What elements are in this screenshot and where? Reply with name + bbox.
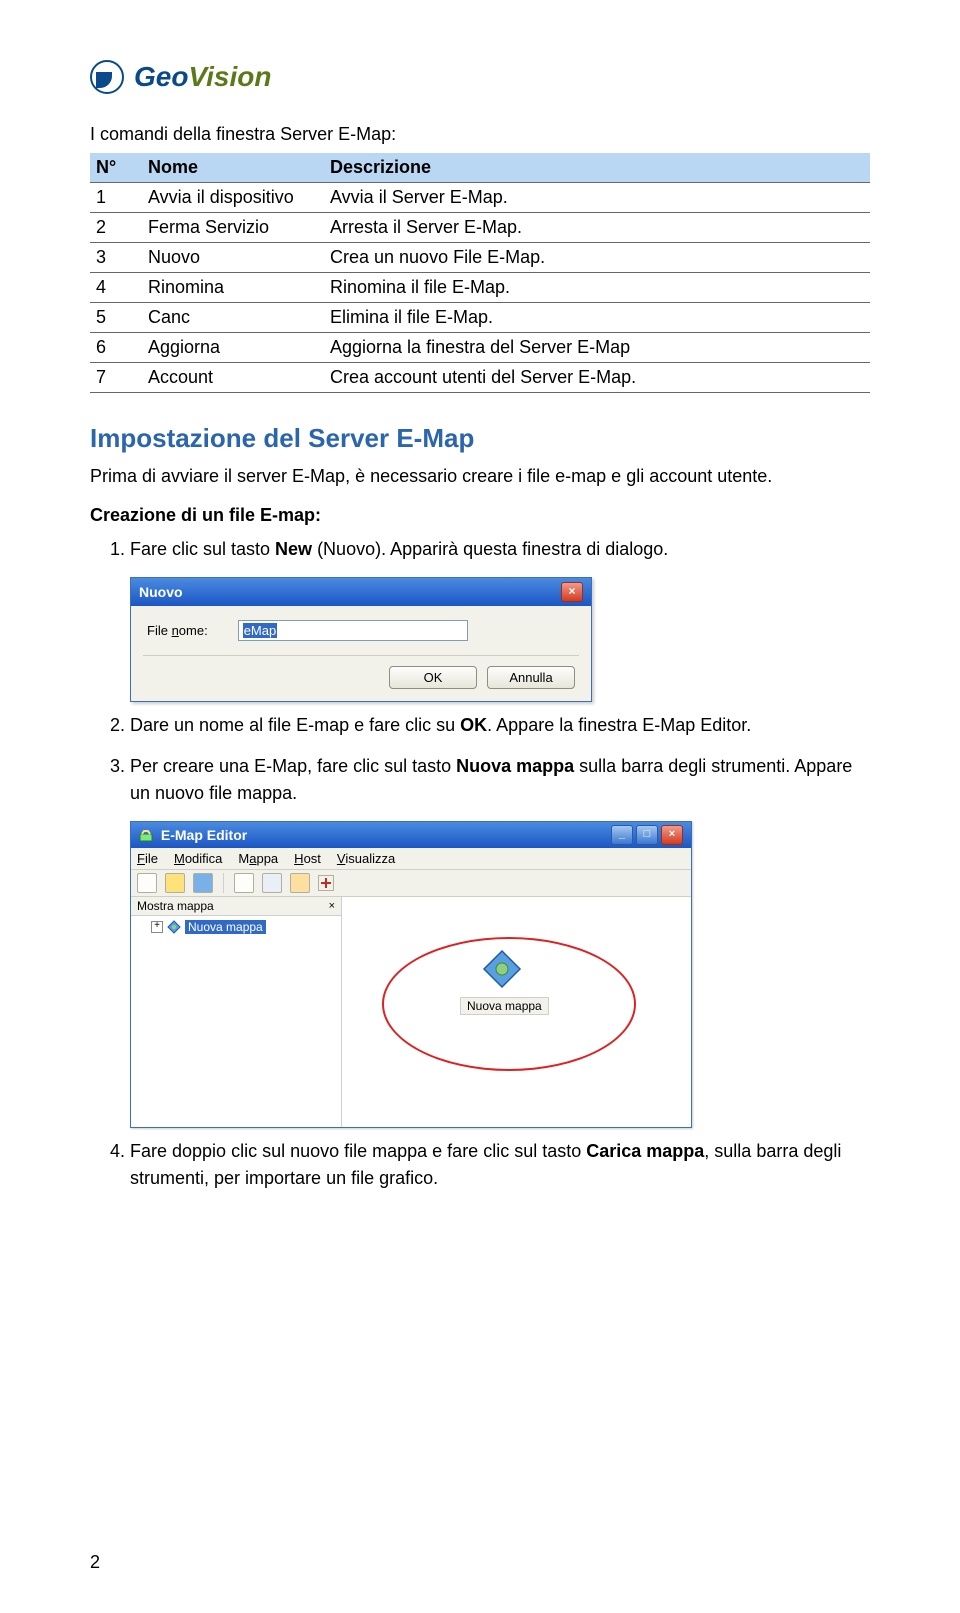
tree-item[interactable]: + Nuova mappa	[131, 916, 341, 938]
toolbar	[131, 870, 691, 897]
editor-window: E-Map Editor _ □ × File Modifica Mappa Host…	[130, 821, 692, 1128]
table-cell: 5	[90, 303, 142, 333]
table-row: 3NuovoCrea un nuovo File E-Map.	[90, 243, 870, 273]
file-name-label: File nome:	[147, 623, 208, 638]
table-cell: 1	[90, 183, 142, 213]
table-cell: Arresta il Server E-Map.	[324, 213, 870, 243]
step-3: Per creare una E-Map, fare clic sul tast…	[130, 753, 870, 807]
editor-titlebar: E-Map Editor _ □ ×	[131, 822, 691, 848]
subheading: Creazione di un file E-map:	[90, 505, 870, 526]
close-icon[interactable]: ×	[561, 582, 583, 602]
table-row: 4RinominaRinomina il file E-Map.	[90, 273, 870, 303]
menu-item[interactable]: Mappa	[238, 851, 278, 866]
tree-item-label: Nuova mappa	[185, 920, 266, 934]
expand-icon[interactable]: +	[151, 921, 163, 933]
toolbar-separator	[223, 873, 224, 893]
menu-item[interactable]: Modifica	[174, 851, 222, 866]
menu-item[interactable]: File	[137, 851, 158, 866]
table-cell: Crea account utenti del Server E-Map.	[324, 363, 870, 393]
table-cell: Account	[142, 363, 324, 393]
step-4: Fare doppio clic sul nuovo file mappa e …	[130, 1138, 870, 1192]
dialog-nuovo: Nuovo × File nome: eMap OK Annulla	[130, 577, 592, 702]
steps-list-cont2: Fare doppio clic sul nuovo file mappa e …	[90, 1138, 870, 1192]
map-node-icon	[167, 920, 181, 934]
table-cell: Rinomina	[142, 273, 324, 303]
table-row: 2Ferma ServizioArresta il Server E-Map.	[90, 213, 870, 243]
page-number: 2	[90, 1552, 100, 1573]
rename-icon[interactable]	[290, 873, 310, 893]
map-icon[interactable]	[234, 873, 254, 893]
logo-text: GeoVision	[134, 61, 271, 93]
new-file-icon[interactable]	[137, 873, 157, 893]
dialog-body: File nome: eMap OK Annulla	[131, 606, 591, 701]
table-row: 7AccountCrea account utenti del Server E…	[90, 363, 870, 393]
table-row: 5CancElimina il file E-Map.	[90, 303, 870, 333]
table-row: 1Avvia il dispositivoAvvia il Server E-M…	[90, 183, 870, 213]
col-n: N°	[90, 153, 142, 183]
figure-editor: E-Map Editor _ □ × File Modifica Mappa Host…	[130, 821, 870, 1128]
table-cell: Elimina il file E-Map.	[324, 303, 870, 333]
intro-text: I comandi della finestra Server E-Map:	[90, 124, 870, 145]
save-icon[interactable]	[193, 873, 213, 893]
dialog-title: Nuovo	[139, 584, 183, 600]
host-icon[interactable]	[262, 873, 282, 893]
table-cell: 6	[90, 333, 142, 363]
dialog-titlebar: Nuovo ×	[131, 578, 591, 606]
file-name-input[interactable]: eMap	[238, 620, 468, 641]
section-intro: Prima di avviare il server E-Map, è nece…	[90, 464, 870, 489]
table-cell: 3	[90, 243, 142, 273]
minimize-icon[interactable]: _	[611, 825, 633, 845]
tree-pane: Mostra mappa × + Nuova mappa	[131, 897, 342, 1127]
maximize-icon[interactable]: □	[636, 825, 658, 845]
figure-nuovo-dialog: Nuovo × File nome: eMap OK Annulla	[130, 577, 870, 702]
canvas-caption: Nuova mappa	[460, 997, 549, 1015]
delete-icon[interactable]	[318, 875, 334, 891]
section-heading: Impostazione del Server E-Map	[90, 423, 870, 454]
new-map-icon[interactable]	[482, 949, 522, 989]
table-cell: Avvia il Server E-Map.	[324, 183, 870, 213]
menu-bar: File Modifica Mappa Host Visualizza	[131, 848, 691, 870]
cancel-button[interactable]: Annulla	[487, 666, 575, 689]
table-cell: Avvia il dispositivo	[142, 183, 324, 213]
table-row: 6AggiornaAggiorna la finestra del Server…	[90, 333, 870, 363]
menu-item[interactable]: Visualizza	[337, 851, 395, 866]
tree-close-icon[interactable]: ×	[329, 900, 335, 912]
col-nome: Nome	[142, 153, 324, 183]
table-cell: Nuovo	[142, 243, 324, 273]
open-folder-icon[interactable]	[165, 873, 185, 893]
editor-canvas: Nuova mappa	[342, 897, 691, 1127]
table-header: N° Nome Descrizione	[90, 153, 870, 183]
editor-app-icon	[139, 829, 153, 843]
close-icon[interactable]: ×	[661, 825, 683, 845]
brand-logo: GeoVision	[90, 60, 870, 94]
commands-table: N° Nome Descrizione 1Avvia il dispositiv…	[90, 153, 870, 393]
table-cell: 2	[90, 213, 142, 243]
editor-title: E-Map Editor	[161, 827, 247, 843]
separator	[143, 655, 579, 656]
table-cell: Aggiorna	[142, 333, 324, 363]
table-cell: Ferma Servizio	[142, 213, 324, 243]
step-2: Dare un nome al file E-map e fare clic s…	[130, 712, 870, 739]
logo-mark-icon	[90, 60, 124, 94]
table-cell: 4	[90, 273, 142, 303]
table-cell: 7	[90, 363, 142, 393]
table-cell: Canc	[142, 303, 324, 333]
table-cell: Rinomina il file E-Map.	[324, 273, 870, 303]
step-1: Fare clic sul tasto New (Nuovo). Apparir…	[130, 536, 870, 563]
table-cell: Crea un nuovo File E-Map.	[324, 243, 870, 273]
col-desc: Descrizione	[324, 153, 870, 183]
ok-button[interactable]: OK	[389, 666, 477, 689]
window-buttons: _ □ ×	[611, 825, 683, 845]
steps-list: Fare clic sul tasto New (Nuovo). Apparir…	[90, 536, 870, 563]
editor-body: Mostra mappa × + Nuova mappa	[131, 897, 691, 1127]
menu-item[interactable]: Host	[294, 851, 321, 866]
steps-list-cont: Dare un nome al file E-map e fare clic s…	[90, 712, 870, 807]
tree-tab: Mostra mappa ×	[131, 897, 341, 916]
table-cell: Aggiorna la finestra del Server E-Map	[324, 333, 870, 363]
